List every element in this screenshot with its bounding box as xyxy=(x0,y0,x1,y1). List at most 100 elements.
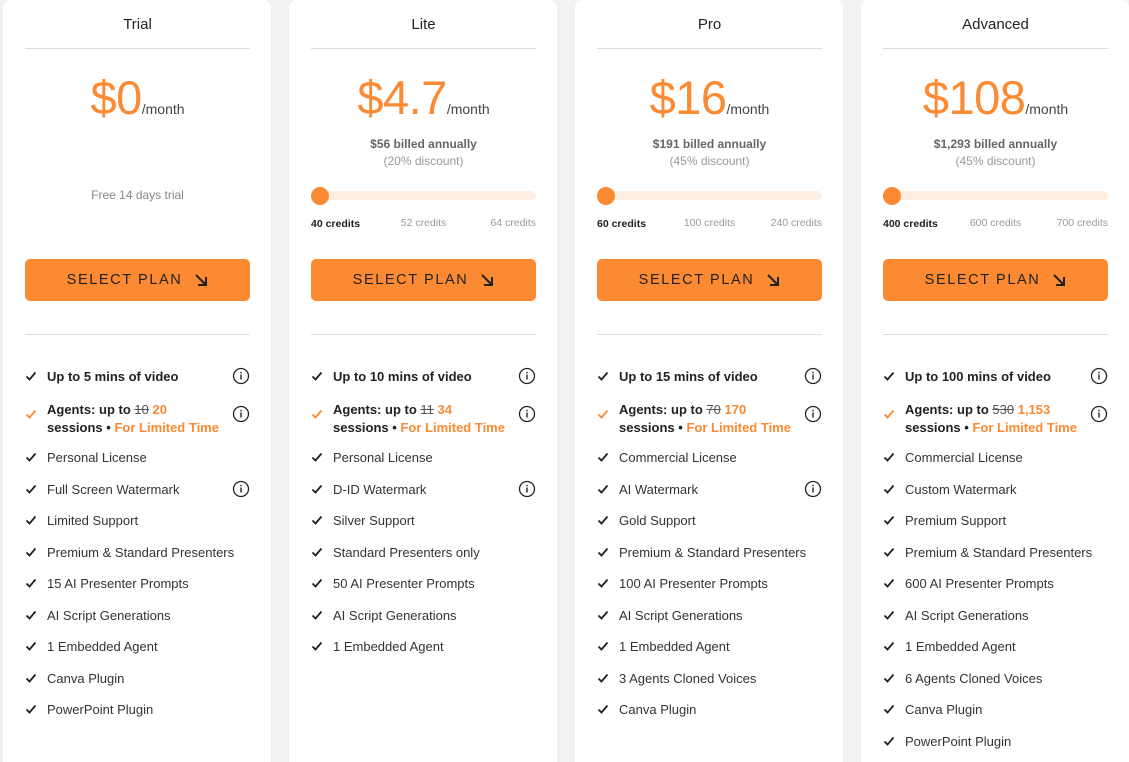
feature-text: Canva Plugin xyxy=(905,702,983,717)
check-icon xyxy=(883,704,895,714)
plan-card-trial: Trial $0/month Free 14 days trial SELECT… xyxy=(3,0,271,762)
divider xyxy=(883,48,1108,49)
divider xyxy=(597,48,822,49)
credits-option[interactable]: 240 credits xyxy=(771,217,822,229)
divider xyxy=(25,334,250,335)
check-icon xyxy=(25,409,37,419)
discount-note: (45% discount) xyxy=(955,154,1036,168)
info-icon[interactable] xyxy=(1090,405,1108,423)
select-plan-label: SELECT PLAN xyxy=(924,272,1041,288)
feature-text: Premium & Standard Presenters xyxy=(905,545,1093,560)
credits-option[interactable]: 60 credits xyxy=(597,218,646,230)
feature-text: Premium & Standard Presenters xyxy=(619,545,807,560)
plan-card-advanced: Advanced $108/month $1,293 billed annual… xyxy=(861,0,1129,762)
credits-option[interactable]: 40 credits xyxy=(311,218,360,230)
agents-text: Agents: up to 10 20 sessions • For Limite… xyxy=(47,402,219,435)
info-icon[interactable] xyxy=(804,367,822,385)
credits-slider-track[interactable] xyxy=(597,191,822,200)
check-icon xyxy=(597,515,609,525)
select-plan-button[interactable]: SELECT PLAN xyxy=(311,259,536,301)
feature-text: 15 AI Presenter Prompts xyxy=(47,576,189,591)
billed-annually: $1,293 billed annually xyxy=(933,137,1058,151)
price-row: $0/month xyxy=(25,70,250,125)
feature-text: 1 Embedded Agent xyxy=(619,639,730,654)
check-icon xyxy=(883,484,895,494)
arrow-down-right-icon xyxy=(195,274,208,286)
select-plan-button[interactable]: SELECT PLAN xyxy=(883,259,1108,301)
info-icon[interactable] xyxy=(518,405,536,423)
check-icon xyxy=(597,673,609,683)
credits-option[interactable]: 52 credits xyxy=(401,217,447,229)
plan-title: Pro xyxy=(697,16,722,33)
credits-slider-track[interactable] xyxy=(311,191,536,200)
credits-slider-thumb[interactable] xyxy=(311,187,329,205)
credits-slider-thumb[interactable] xyxy=(883,187,901,205)
feature-text: Commercial License xyxy=(905,450,1023,465)
credits-slider-track[interactable] xyxy=(883,191,1108,200)
feature-text: Premium & Standard Presenters xyxy=(47,545,235,560)
feature-text: 600 AI Presenter Prompts xyxy=(905,576,1054,591)
plan-title: Advanced xyxy=(962,16,1029,33)
feature-text: Limited Support xyxy=(47,513,139,528)
check-icon xyxy=(25,515,37,525)
info-icon[interactable] xyxy=(804,405,822,423)
agents-text: Agents: up to 70 170 sessions • For Limit… xyxy=(619,402,791,435)
credits-option[interactable]: 600 credits xyxy=(970,217,1021,229)
price-row: $16/month xyxy=(597,70,822,125)
info-icon[interactable] xyxy=(518,367,536,385)
info-icon[interactable] xyxy=(804,480,822,498)
info-icon[interactable] xyxy=(232,367,250,385)
feature-text: 100 AI Presenter Prompts xyxy=(619,576,768,591)
info-icon[interactable] xyxy=(518,480,536,498)
feature-text: AI Script Generations xyxy=(333,608,457,623)
check-icon xyxy=(883,641,895,651)
check-icon xyxy=(883,673,895,683)
arrow-down-right-icon xyxy=(481,274,494,286)
plan-title: Lite xyxy=(411,16,436,33)
plan-card-pro: Pro $16/month $191 billed annually (45% … xyxy=(575,0,843,762)
divider xyxy=(883,334,1108,335)
select-plan-label: SELECT PLAN xyxy=(66,272,183,288)
feature-text: 1 Embedded Agent xyxy=(905,639,1016,654)
check-icon xyxy=(883,371,895,381)
feature-text: Up to 5 mins of video xyxy=(47,369,179,384)
check-icon xyxy=(883,578,895,588)
check-icon xyxy=(311,578,323,588)
plan-price: $0 xyxy=(90,71,142,124)
billed-annually: $191 billed annually xyxy=(652,137,767,151)
price-period: /month xyxy=(726,101,770,117)
check-icon xyxy=(883,452,895,462)
select-plan-button[interactable]: SELECT PLAN xyxy=(25,259,250,301)
arrow-down-right-icon xyxy=(767,274,780,286)
select-plan-button[interactable]: SELECT PLAN xyxy=(597,259,822,301)
feature-text: AI Watermark xyxy=(619,482,698,497)
plan-card-lite: Lite $4.7/month $56 billed annually (20%… xyxy=(289,0,557,762)
divider xyxy=(597,334,822,335)
check-icon xyxy=(311,641,323,651)
feature-text: Up to 10 mins of video xyxy=(333,369,472,384)
check-icon xyxy=(25,578,37,588)
credits-option[interactable]: 100 credits xyxy=(684,217,735,229)
feature-text: Standard Presenters only xyxy=(333,545,480,560)
credits-labels: 400 credits 600 credits 700 credits xyxy=(883,217,1108,231)
check-icon xyxy=(311,610,323,620)
info-icon[interactable] xyxy=(232,405,250,423)
feature-text: Personal License xyxy=(47,450,147,465)
info-icon[interactable] xyxy=(1090,367,1108,385)
info-icon[interactable] xyxy=(232,480,250,498)
check-icon xyxy=(597,409,609,419)
credits-labels: 40 credits 52 credits 64 credits xyxy=(311,217,536,231)
feature-text: 50 AI Presenter Prompts xyxy=(333,576,475,591)
feature-text: D-ID Watermark xyxy=(333,482,427,497)
check-icon xyxy=(597,610,609,620)
credits-option[interactable]: 64 credits xyxy=(490,217,536,229)
check-icon xyxy=(597,641,609,651)
credits-slider-thumb[interactable] xyxy=(597,187,615,205)
feature-text: 1 Embedded Agent xyxy=(333,639,444,654)
credits-option[interactable]: 700 credits xyxy=(1057,217,1108,229)
discount-note: (45% discount) xyxy=(669,154,750,168)
plan-price: $108 xyxy=(922,71,1026,124)
check-icon xyxy=(311,371,323,381)
credits-option[interactable]: 400 credits xyxy=(883,218,938,230)
plan-price: $16 xyxy=(649,71,727,124)
